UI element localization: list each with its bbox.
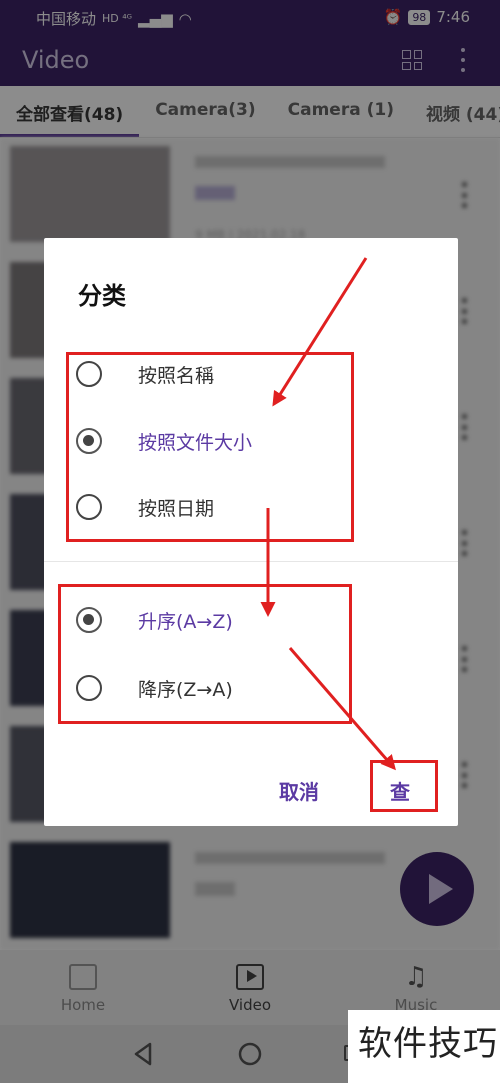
annotation-arrows	[260, 257, 396, 771]
arrow-to-sort-options	[272, 257, 368, 407]
arrow-to-confirm	[288, 647, 396, 771]
watermark-text: 软件技巧	[348, 1010, 500, 1083]
